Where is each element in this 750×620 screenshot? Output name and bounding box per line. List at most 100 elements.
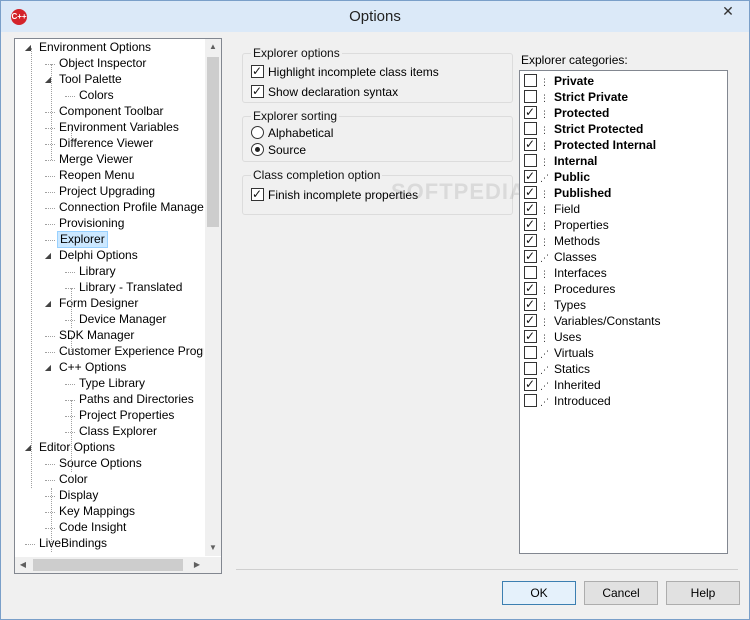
category-item[interactable]: ⋰ Virtuals (524, 345, 594, 361)
category-item[interactable]: ⋰ Classes (524, 248, 597, 265)
tree-item[interactable]: Color (15, 472, 204, 488)
tree-item[interactable]: Library - Translated (15, 280, 204, 296)
category-item[interactable]: ⋮ Types (524, 296, 586, 313)
category-item[interactable]: ⋮ Variables/Constants (524, 312, 661, 329)
tree-item[interactable]: Explorer (15, 231, 204, 248)
close-button[interactable]: ✕ (713, 2, 743, 21)
tree-item[interactable]: Key Mappings (15, 504, 204, 520)
category-item[interactable]: ⋮ Published (524, 184, 611, 201)
category-item[interactable]: ⋮ Interfaces (524, 265, 607, 281)
category-item[interactable]: ⋮ Strict Protected (524, 121, 643, 137)
horizontal-scroll-thumb[interactable] (33, 559, 183, 571)
tree-item[interactable]: Display (15, 488, 204, 504)
tree-item[interactable]: Class Explorer (15, 424, 204, 440)
tree-item[interactable]: Library (15, 264, 204, 280)
scroll-thumb[interactable] (207, 57, 219, 227)
tree-item[interactable]: Customer Experience Program (15, 344, 204, 360)
checkbox-icon[interactable] (524, 74, 537, 88)
tree-item[interactable]: ◢ C++ Options (15, 360, 204, 376)
checkbox-icon[interactable] (251, 83, 264, 99)
radio-icon[interactable] (251, 143, 264, 157)
category-item[interactable]: ⋮ Protected (524, 104, 609, 121)
tree-vertical-scrollbar[interactable]: ▲ ▼ (205, 39, 221, 556)
source-radio[interactable]: Source (251, 142, 306, 158)
tree-item[interactable]: Type Library (15, 376, 204, 392)
category-item[interactable]: ⋮ Uses (524, 328, 581, 345)
help-button[interactable]: Help (666, 581, 740, 605)
category-item[interactable]: ⋮ Properties (524, 216, 609, 233)
explorer-categories-list[interactable]: ⋮ Private ⋮ Strict Private ⋮ Protected ⋮ Strict… (519, 70, 728, 554)
scroll-right-icon[interactable]: ▶ (189, 557, 205, 573)
tree-item[interactable]: ◢ Tool Palette (15, 72, 204, 88)
checkbox-icon[interactable] (524, 296, 537, 312)
checkbox-icon[interactable] (524, 136, 537, 152)
checkbox-icon[interactable] (251, 186, 264, 202)
tree-item[interactable]: Code Insight (15, 520, 204, 536)
checkbox-icon[interactable] (524, 184, 537, 200)
checkbox-icon[interactable] (524, 266, 537, 280)
category-item[interactable]: ⋮ Methods (524, 232, 600, 249)
category-item[interactable]: ⋰ Statics (524, 361, 590, 377)
tree-item[interactable]: Environment Variables (15, 120, 204, 136)
tree-item[interactable]: Merge Viewer (15, 152, 204, 168)
tree-horizontal-scrollbar[interactable]: ◀ ▶ (15, 557, 221, 573)
checkbox-icon[interactable] (524, 328, 537, 344)
category-item[interactable]: ⋮ Private (524, 73, 594, 89)
checkbox-icon[interactable] (524, 104, 537, 120)
checkbox-icon[interactable] (524, 168, 537, 184)
checkbox-icon[interactable] (524, 346, 537, 360)
tree-item[interactable]: Project Upgrading (15, 184, 204, 200)
radio-icon[interactable] (251, 126, 264, 140)
category-item[interactable]: ⋮ Protected Internal (524, 136, 656, 153)
tree-item[interactable]: LiveBindings (15, 536, 204, 552)
tree-item[interactable]: Colors (15, 88, 204, 104)
tree-item[interactable]: Device Manager (15, 312, 204, 328)
alphabetical-radio[interactable]: Alphabetical (251, 125, 333, 141)
checkbox-icon[interactable] (524, 312, 537, 328)
checkbox-icon[interactable] (524, 394, 537, 408)
checkbox-icon[interactable] (251, 63, 264, 79)
category-item[interactable]: ⋮ Internal (524, 153, 597, 169)
tree-item[interactable]: Difference Viewer (15, 136, 204, 152)
category-item[interactable]: ⋮ Strict Private (524, 89, 628, 105)
checkbox-icon[interactable] (524, 232, 537, 248)
tree-item[interactable]: Object Inspector (15, 56, 204, 72)
checkbox-icon[interactable] (524, 248, 537, 264)
scroll-left-icon[interactable]: ◀ (15, 557, 31, 573)
category-item[interactable]: ⋰ Introduced (524, 393, 611, 409)
category-item[interactable]: ⋰ Public (524, 168, 590, 185)
tree-item[interactable]: Source Options (15, 456, 204, 472)
category-item[interactable]: ⋰ Inherited (524, 376, 601, 393)
category-item[interactable]: ⋮ Field (524, 200, 580, 217)
scroll-down-icon[interactable]: ▼ (205, 540, 221, 556)
checkbox-icon[interactable] (524, 90, 537, 104)
ok-button[interactable]: OK (502, 581, 576, 605)
tree-expander-icon[interactable]: ◢ (43, 296, 53, 312)
tree-item[interactable]: ◢ Editor Options (15, 440, 204, 456)
checkbox-icon[interactable] (524, 200, 537, 216)
checkbox-icon[interactable] (524, 216, 537, 232)
checkbox-icon[interactable] (524, 154, 537, 168)
scroll-up-icon[interactable]: ▲ (205, 39, 221, 55)
tree-expander-icon[interactable]: ◢ (43, 360, 53, 376)
tree-item[interactable]: Project Properties (15, 408, 204, 424)
tree-item[interactable]: SDK Manager (15, 328, 204, 344)
options-tree[interactable]: ◢ Environment Options Object Inspector ◢ Too… (14, 38, 222, 574)
tree-item[interactable]: Connection Profile Manager (15, 200, 204, 216)
tree-item[interactable]: Reopen Menu (15, 168, 204, 184)
checkbox-icon[interactable] (524, 280, 537, 296)
tree-item[interactable]: ◢ Environment Options (15, 40, 204, 56)
cancel-button[interactable]: Cancel (584, 581, 658, 605)
highlight-incomplete-checkbox[interactable]: Highlight incomplete class items (251, 63, 439, 80)
tree-item[interactable]: ◢ Form Designer (15, 296, 204, 312)
checkbox-icon[interactable] (524, 376, 537, 392)
checkbox-icon[interactable] (524, 122, 537, 136)
tree-expander-icon[interactable]: ◢ (43, 248, 53, 264)
category-item[interactable]: ⋮ Procedures (524, 280, 615, 297)
checkbox-icon[interactable] (524, 362, 537, 376)
show-declaration-checkbox[interactable]: Show declaration syntax (251, 83, 398, 100)
tree-item[interactable]: Provisioning (15, 216, 204, 232)
tree-item[interactable]: Paths and Directories (15, 392, 204, 408)
tree-item[interactable]: ◢ Delphi Options (15, 248, 204, 264)
tree-item[interactable]: Component Toolbar (15, 104, 204, 120)
